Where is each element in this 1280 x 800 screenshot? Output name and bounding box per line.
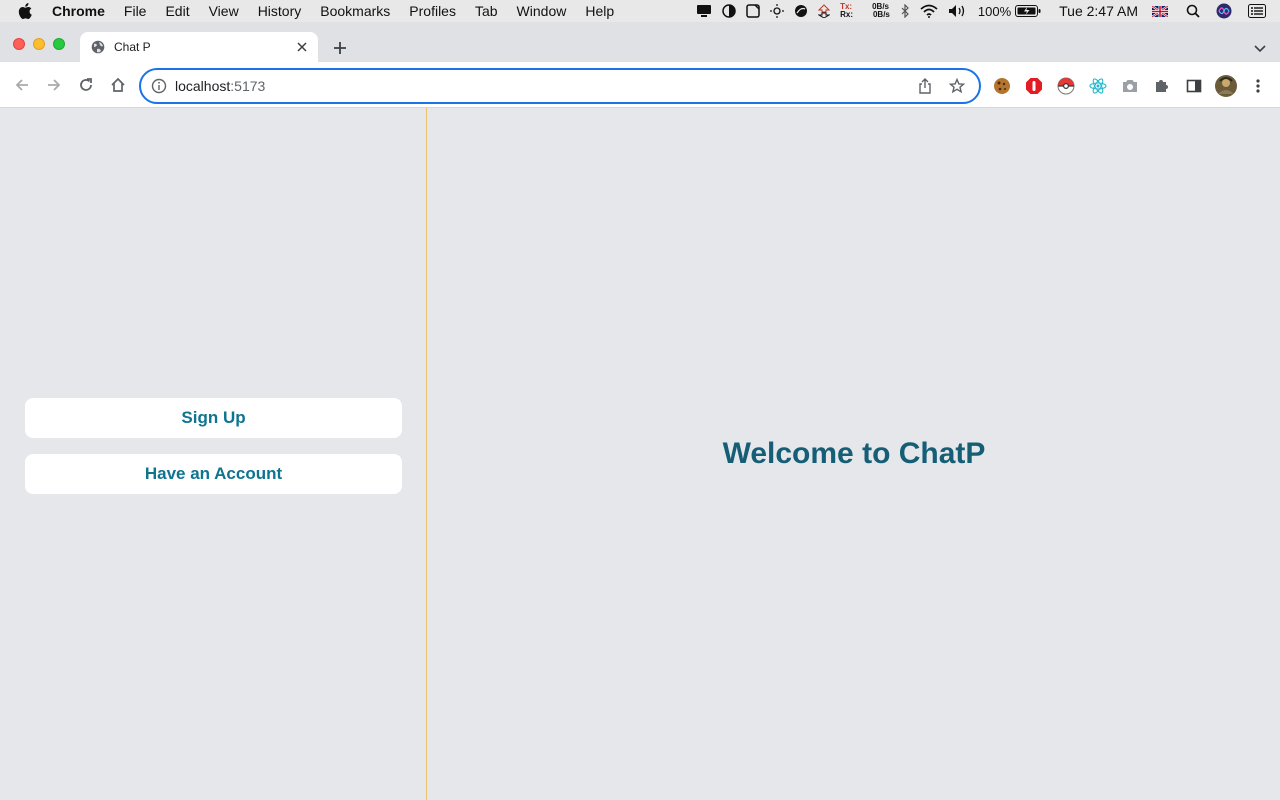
screen-icon[interactable]: [696, 0, 712, 22]
extensions-puzzle-icon[interactable]: [1153, 77, 1171, 95]
contrast-icon[interactable]: [722, 0, 736, 22]
globe-icon: [91, 40, 105, 54]
tab-chat-p[interactable]: Chat P: [80, 32, 318, 62]
bluetooth-icon[interactable]: [900, 0, 910, 22]
menu-profiles[interactable]: Profiles: [409, 3, 456, 19]
spotlight-search-icon[interactable]: [1186, 0, 1200, 22]
profile-avatar[interactable]: [1215, 75, 1237, 97]
control-center-icon[interactable]: [1248, 0, 1266, 22]
menu-view[interactable]: View: [209, 3, 239, 19]
welcome-heading: Welcome to ChatP: [722, 437, 986, 470]
welcome-panel: Welcome to ChatP: [428, 108, 1280, 800]
macos-menu-bar: Chrome File Edit View History Bookmarks …: [0, 0, 1280, 22]
page-content: Sign Up Have an Account Welcome to ChatP: [0, 108, 1280, 800]
net-rx-label: Rx:: [840, 10, 853, 19]
volume-icon[interactable]: [948, 0, 968, 22]
window-zoom-button[interactable]: [53, 38, 65, 50]
menu-help[interactable]: Help: [585, 3, 614, 19]
site-info-icon[interactable]: [151, 78, 167, 94]
back-arrow-icon[interactable]: [12, 75, 32, 95]
notes-icon[interactable]: [746, 0, 760, 22]
auth-sidebar: Sign Up Have an Account: [0, 108, 427, 800]
react-devtools-icon[interactable]: [1089, 77, 1107, 95]
menubar-clock[interactable]: Tue 2:47 AM: [1059, 3, 1138, 19]
home-icon[interactable]: [108, 75, 128, 95]
adblock-extension-icon[interactable]: [1025, 77, 1043, 95]
pokeball-extension-icon[interactable]: [1057, 77, 1075, 95]
side-panel-icon[interactable]: [1185, 77, 1203, 95]
chrome-menu-icon[interactable]: [1249, 77, 1267, 95]
browser-tab-strip: Chat P: [0, 22, 1280, 62]
leaf-icon[interactable]: [794, 0, 808, 22]
window-minimize-button[interactable]: [33, 38, 45, 50]
battery-icon[interactable]: [1015, 0, 1041, 22]
siri-icon[interactable]: [1216, 0, 1232, 22]
reload-icon[interactable]: [76, 75, 96, 95]
menu-bookmarks[interactable]: Bookmarks: [320, 3, 390, 19]
new-tab-icon[interactable]: [330, 38, 350, 58]
camera-extension-icon[interactable]: [1121, 77, 1139, 95]
tab-title: Chat P: [114, 40, 151, 54]
sign-up-button[interactable]: Sign Up: [25, 398, 402, 438]
battery-percent: 100%: [977, 3, 1012, 19]
wifi-icon[interactable]: [920, 0, 938, 22]
url-host: localhost: [175, 78, 231, 94]
menu-edit[interactable]: Edit: [165, 3, 189, 19]
menu-tab[interactable]: Tab: [475, 3, 498, 19]
have-account-button[interactable]: Have an Account: [25, 454, 402, 494]
browser-toolbar: localhost:5173: [0, 62, 1280, 108]
menu-history[interactable]: History: [258, 3, 302, 19]
window-close-button[interactable]: [13, 38, 25, 50]
cookie-extension-icon[interactable]: [993, 77, 1011, 95]
forward-arrow-icon[interactable]: [44, 75, 64, 95]
menu-file[interactable]: File: [124, 3, 147, 19]
bookmark-star-icon[interactable]: [947, 76, 967, 96]
tab-search-chevron-icon[interactable]: [1254, 40, 1266, 58]
share-icon[interactable]: [915, 76, 935, 96]
menu-app-name[interactable]: Chrome: [52, 3, 105, 19]
url-port: :5173: [230, 78, 266, 94]
address-bar[interactable]: localhost:5173: [139, 68, 981, 104]
tab-close-icon[interactable]: [294, 39, 310, 55]
net-rx-rate: 0B/s: [872, 10, 890, 19]
network-activity-icon[interactable]: [818, 0, 831, 22]
network-stats: Tx: 0B/s Rx: 0B/s: [840, 3, 890, 19]
menu-window[interactable]: Window: [517, 3, 567, 19]
brightness-icon[interactable]: [770, 0, 785, 22]
apple-menu-icon[interactable]: [18, 3, 38, 19]
uk-flag-icon[interactable]: [1152, 0, 1168, 22]
url-text[interactable]: localhost:5173: [175, 78, 915, 94]
menubar-status-area: Tx: 0B/s Rx: 0B/s 100% Tue 2:47 AM: [696, 0, 1280, 22]
